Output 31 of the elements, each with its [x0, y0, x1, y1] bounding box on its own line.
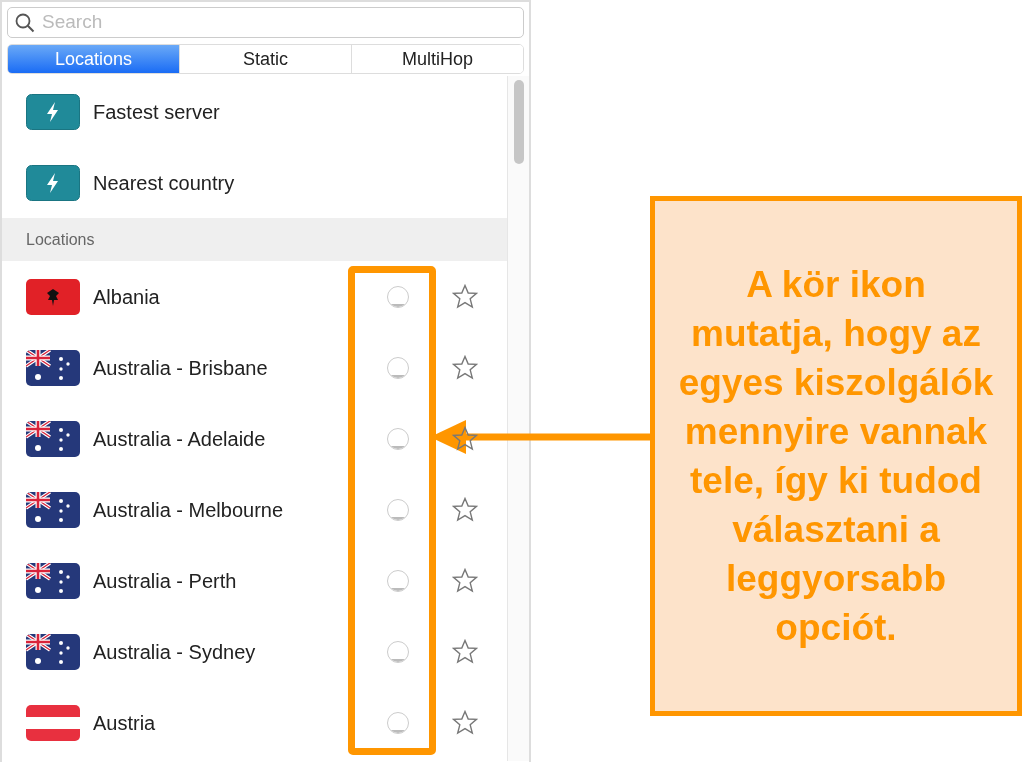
list-item-label[interactable]: Fastest server: [93, 96, 220, 127]
flag-icon: [26, 562, 80, 599]
list-item-label[interactable]: Nearest country: [93, 167, 235, 198]
flag-icon: [26, 278, 80, 315]
location-name[interactable]: Australia - Adelaide: [93, 423, 266, 454]
flag-icon: [26, 704, 80, 741]
location-name[interactable]: Australia - Sydney: [93, 636, 256, 667]
star-icon[interactable]: [452, 497, 478, 522]
tab[interactable]: MultiHop: [351, 45, 523, 73]
flag-icon: [26, 491, 80, 528]
flag-icon: [26, 420, 80, 457]
bolt-icon: [26, 164, 80, 201]
section-header: Locations: [2, 218, 507, 261]
search-icon: [15, 13, 35, 33]
flag-icon: [26, 633, 80, 670]
location-name[interactable]: Austria: [93, 707, 156, 738]
callout-text: A kör ikon mutatja, hogy az egyes kiszolgálók mennyire vannak tele, így ki tudod választani a leggyorsabb opciót.: [677, 263, 995, 650]
star-icon[interactable]: [452, 426, 478, 451]
location-name[interactable]: Australia - Perth: [93, 565, 237, 596]
search-field[interactable]: Search: [7, 7, 524, 38]
star-icon[interactable]: [452, 639, 478, 664]
star-icon[interactable]: [452, 710, 478, 735]
star-icon[interactable]: [452, 284, 478, 309]
star-icon[interactable]: [452, 355, 478, 380]
location-name[interactable]: Australia - Melbourne: [93, 494, 284, 525]
location-name[interactable]: Albania: [93, 281, 160, 312]
star-icon[interactable]: [452, 568, 478, 593]
bolt-icon: [26, 93, 80, 130]
flag-icon: [26, 349, 80, 386]
location-name[interactable]: Australia - Brisbane: [93, 352, 268, 383]
scrollbar[interactable]: [507, 76, 529, 761]
